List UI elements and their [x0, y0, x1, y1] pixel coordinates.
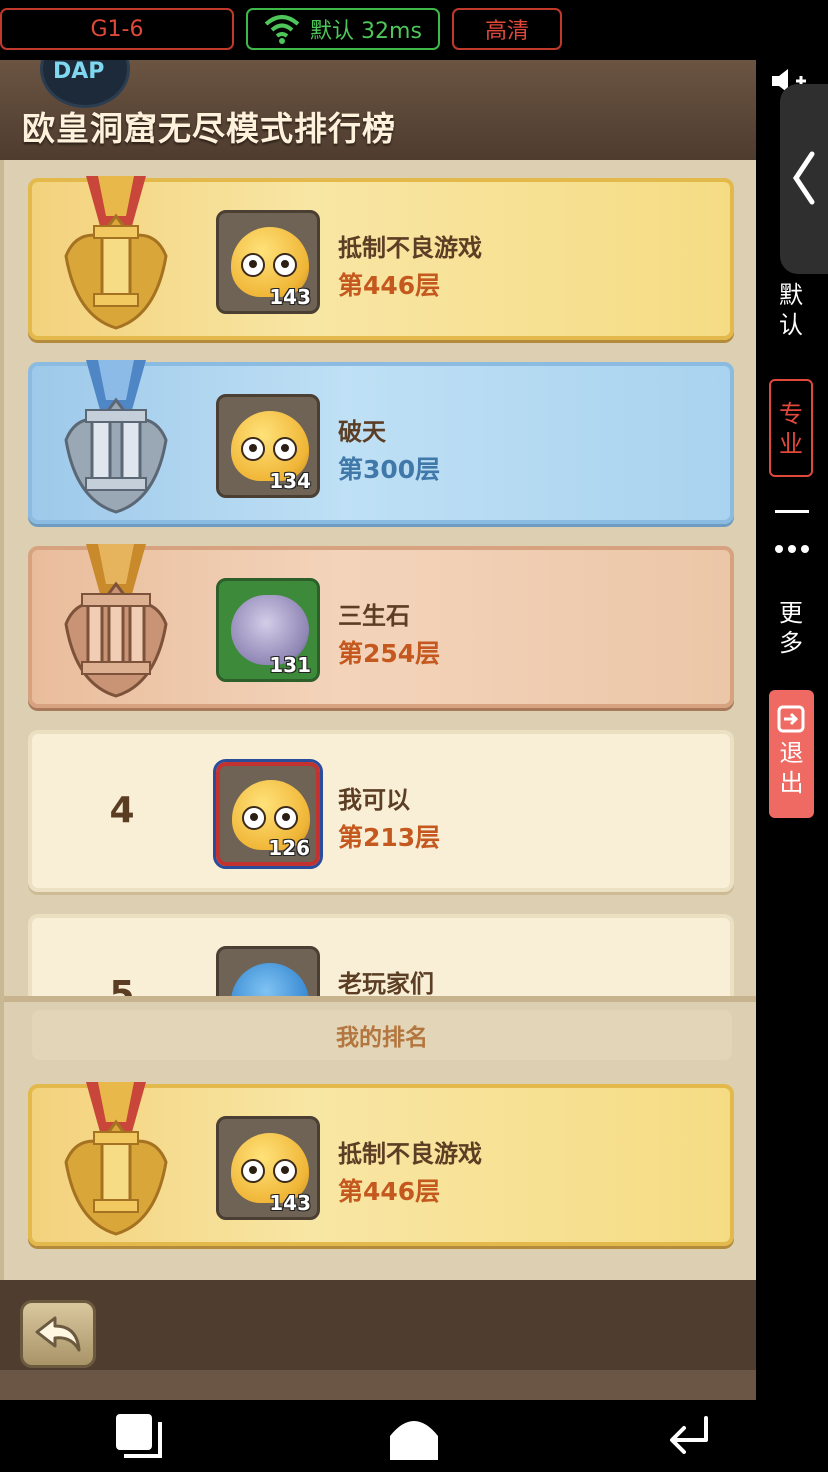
player-name: 破天 — [338, 418, 386, 446]
gold-medal-icon — [64, 1082, 168, 1236]
back-arrow-icon — [35, 1316, 81, 1352]
wifi-icon — [264, 15, 300, 44]
game-logo: DAP — [40, 60, 130, 108]
my-rank-label: 我的排名 — [32, 1010, 732, 1060]
leaderboard-row[interactable]: 131 三生石 第254层 — [28, 544, 734, 708]
leaderboard-row[interactable]: 5 老玩家们 — [28, 914, 734, 998]
player-avatar[interactable]: 134 — [216, 394, 320, 498]
exit-icon — [777, 705, 805, 733]
player-avatar[interactable]: 131 — [216, 578, 320, 682]
bronze-medal-icon — [64, 544, 168, 698]
player-name: 老玩家们 — [338, 970, 434, 998]
leaderboard-list[interactable]: 143 抵制不良游戏 第446层 134 破天 第300层 131 三生石 第2… — [4, 160, 756, 998]
quality-button[interactable]: 高清 — [452, 8, 562, 50]
chevron-left-icon — [792, 151, 815, 205]
player-level: 126 — [268, 836, 310, 860]
back-button[interactable] — [20, 1300, 96, 1368]
quality-label: 高清 — [484, 19, 529, 44]
leaderboard-row[interactable]: 4 126 我可以 第213层 — [28, 730, 734, 892]
game-screen: DAP 欧皇洞窟无尽模式排行榜 143 抵制不良游戏 第446层 134 破天 … — [0, 60, 756, 1400]
server-badge[interactable]: G1-6 — [0, 8, 234, 50]
player-floor: 第213层 — [338, 823, 441, 852]
recent-apps-icon[interactable] — [112, 1410, 164, 1462]
title-band: DAP 欧皇洞窟无尽模式排行榜 — [0, 60, 756, 160]
page-title: 欧皇洞窟无尽模式排行榜 — [22, 109, 396, 148]
player-name: 抵制不良游戏 — [338, 234, 482, 262]
player-level: 131 — [269, 653, 311, 677]
leaderboard-panel: 143 抵制不良游戏 第446层 134 破天 第300层 131 三生石 第2… — [0, 160, 756, 1280]
pet-portrait — [231, 963, 309, 998]
player-avatar[interactable]: 126 — [213, 759, 323, 869]
player-floor: 第254层 — [338, 639, 441, 668]
player-level: 134 — [269, 469, 311, 493]
sidebar-collapse-handle[interactable] — [780, 84, 828, 274]
network-badge[interactable]: 默认 32ms — [246, 8, 440, 50]
exit-label: 退出 — [779, 739, 804, 797]
player-floor: 第300层 — [338, 455, 441, 484]
server-label: G1-6 — [90, 16, 144, 42]
player-level: 143 — [269, 1191, 311, 1215]
gold-medal-icon — [64, 176, 168, 330]
player-level: 143 — [269, 285, 311, 309]
exit-button[interactable]: 退出 — [769, 690, 814, 818]
player-name: 三生石 — [338, 602, 410, 630]
player-floor: 第446层 — [338, 1177, 441, 1206]
my-rank-row[interactable]: 143 抵制不良游戏 第446层 — [28, 1082, 734, 1246]
silver-medal-icon — [64, 360, 168, 514]
player-name: 我可以 — [338, 786, 410, 814]
player-name: 抵制不良游戏 — [338, 1140, 482, 1168]
leaderboard-row[interactable]: 134 破天 第300层 — [28, 360, 734, 524]
player-avatar[interactable]: 143 — [216, 1116, 320, 1220]
network-label: 默认 32ms — [310, 19, 422, 44]
back-nav-icon[interactable] — [666, 1414, 714, 1458]
sidebar-divider — [775, 510, 809, 513]
decorative-trim — [0, 1370, 756, 1400]
divider — [4, 996, 756, 1002]
rank-number: 5 — [109, 974, 135, 998]
leaderboard-row[interactable]: 143 抵制不良游戏 第446层 — [28, 176, 734, 340]
pro-mode-label: 专业 — [779, 400, 803, 458]
player-avatar[interactable]: 143 — [216, 210, 320, 314]
player-avatar[interactable] — [216, 946, 320, 998]
default-mode-label[interactable]: 默认 — [769, 280, 813, 340]
pro-mode-button[interactable]: 专业 — [769, 379, 813, 477]
more-dots-icon[interactable] — [774, 543, 810, 555]
top-status-bar: G1-6 默认 32ms 高清 — [0, 0, 828, 60]
home-icon[interactable] — [388, 1410, 440, 1462]
rank-number: 4 — [109, 790, 135, 831]
more-label[interactable]: 更多 — [769, 598, 813, 658]
system-navbar — [0, 1400, 828, 1472]
player-floor: 第446层 — [338, 271, 441, 300]
